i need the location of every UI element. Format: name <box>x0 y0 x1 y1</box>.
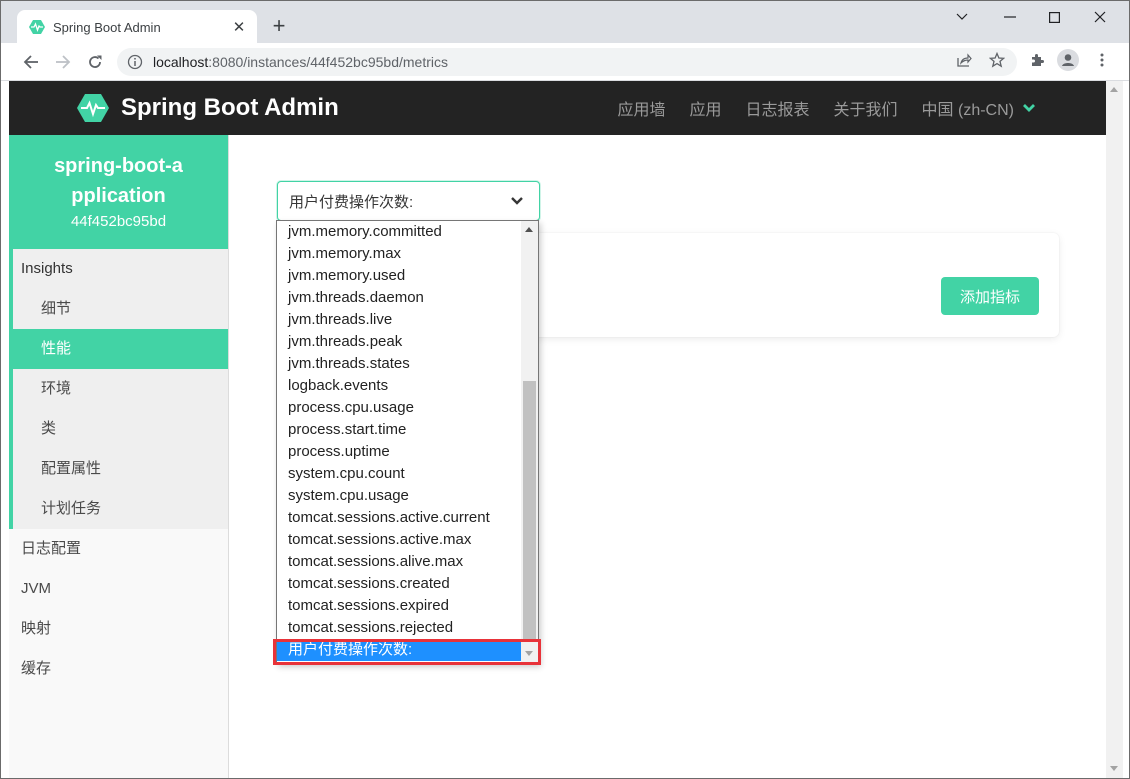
metric-option[interactable]: logback.events <box>277 375 522 397</box>
metric-option[interactable]: jvm.memory.max <box>277 243 522 265</box>
sidebar-item-mappings[interactable]: 映射 <box>9 609 228 649</box>
application-name: spring-boot-application <box>54 155 183 207</box>
metric-option[interactable]: tomcat.sessions.active.max <box>277 529 522 551</box>
instance-header: spring-boot-application 44f452bc95bd <box>9 135 228 249</box>
metric-option[interactable]: tomcat.sessions.alive.max <box>277 551 522 573</box>
nav-links: 应用墙 应用 日志报表 关于我们 中国 (zh-CN) <box>593 81 1036 135</box>
nav-link-about[interactable]: 关于我们 <box>834 96 898 120</box>
metric-option[interactable]: jvm.threads.live <box>277 309 522 331</box>
scroll-up-arrow-icon[interactable] <box>1110 87 1118 92</box>
sidebar-item-details[interactable]: 细节 <box>13 289 228 329</box>
metric-option[interactable]: tomcat.sessions.rejected <box>277 617 522 639</box>
reload-icon[interactable] <box>82 49 108 75</box>
metric-option[interactable]: tomcat.sessions.expired <box>277 595 522 617</box>
browser-tab[interactable]: Spring Boot Admin ✕ <box>17 10 257 44</box>
page-viewport: Spring Boot Admin 应用墙 应用 日志报表 关于我们 中国 (z… <box>1 81 1129 778</box>
brand-link[interactable]: Spring Boot Admin <box>77 93 339 123</box>
options-container: jvm.memory.committed jvm.memory.max jvm.me… <box>277 221 522 661</box>
tab-search-icon[interactable] <box>947 5 977 29</box>
minimize-icon[interactable] <box>995 5 1025 29</box>
share-icon[interactable] <box>953 49 975 71</box>
metric-select-value: 用户付费操作次数: <box>289 193 414 211</box>
language-selector[interactable]: 中国 (zh-CN) <box>922 96 1014 120</box>
metric-option[interactable]: jvm.memory.committed <box>277 221 522 243</box>
insights-group-title[interactable]: Insights <box>13 249 228 289</box>
spring-boot-admin-logo-icon <box>77 94 109 122</box>
maximize-icon[interactable] <box>1039 5 1069 29</box>
menu-icon[interactable] <box>1091 49 1113 71</box>
scroll-down-arrow-icon[interactable] <box>525 651 533 656</box>
sidebar-item-caches[interactable]: 缓存 <box>9 649 228 689</box>
metric-option[interactable]: tomcat.sessions.created <box>277 573 522 595</box>
metric-option[interactable]: 用户付费操作次数: <box>277 639 522 661</box>
insights-group: Insights 细节 性能 环境 类 配置属性 计划任务 <box>9 249 228 529</box>
instance-id: 44f452bc95bd <box>70 213 167 230</box>
add-metric-button[interactable]: 添加指标 <box>941 277 1039 315</box>
profile-icon[interactable] <box>1057 49 1079 71</box>
address-bar[interactable]: localhost:8080/instances/44f452bc95bd/me… <box>117 48 1017 76</box>
metric-option[interactable]: jvm.threads.peak <box>277 331 522 353</box>
sidebar-item-metrics[interactable]: 性能 <box>13 329 228 369</box>
sidebar-item-jvm[interactable]: JVM <box>9 569 228 609</box>
instance-sidebar: spring-boot-application 44f452bc95bd Ins… <box>9 135 229 778</box>
page-scrollbar[interactable] <box>1106 81 1123 778</box>
spring-boot-favicon-icon <box>29 20 45 34</box>
metric-option[interactable]: tomcat.sessions.active.current <box>277 507 522 529</box>
metric-option[interactable]: process.cpu.usage <box>277 397 522 419</box>
scrollbar-thumb[interactable] <box>523 381 536 639</box>
star-icon[interactable] <box>986 49 1008 71</box>
url-text[interactable]: localhost:8080/instances/44f452bc95bd/me… <box>153 54 448 70</box>
options-scrollbar[interactable] <box>521 221 538 663</box>
chevron-down-icon <box>511 197 523 205</box>
nav-link-wallboard[interactable]: 应用墙 <box>617 96 665 120</box>
browser-toolbar: localhost:8080/instances/44f452bc95bd/me… <box>1 43 1129 81</box>
metric-select[interactable]: 用户付费操作次数: <box>277 181 540 221</box>
brand-title: Spring Boot Admin <box>121 94 339 121</box>
tab-title: Spring Boot Admin <box>53 19 161 35</box>
scroll-up-arrow-icon[interactable] <box>525 227 533 232</box>
sidebar-item-configprops[interactable]: 配置属性 <box>13 449 228 489</box>
metric-option[interactable]: jvm.threads.daemon <box>277 287 522 309</box>
nav-link-journal[interactable]: 日志报表 <box>746 96 810 120</box>
back-icon[interactable] <box>18 49 44 75</box>
chevron-down-icon[interactable] <box>1022 101 1036 115</box>
forward-icon[interactable] <box>50 49 76 75</box>
new-tab-button[interactable]: + <box>267 15 291 39</box>
browser-window: Spring Boot Admin ✕ + localhost:8080/ins… <box>0 0 1130 779</box>
scroll-down-arrow-icon[interactable] <box>1110 766 1118 771</box>
info-icon[interactable] <box>127 54 143 70</box>
metric-option[interactable]: system.cpu.count <box>277 463 522 485</box>
sidebar-item-classes[interactable]: 类 <box>13 409 228 449</box>
metric-option[interactable]: process.uptime <box>277 441 522 463</box>
sidebar-item-scheduled-tasks[interactable]: 计划任务 <box>13 489 228 529</box>
metric-option[interactable]: system.cpu.usage <box>277 485 522 507</box>
nav-link-applications[interactable]: 应用 <box>690 96 722 120</box>
metric-option[interactable]: process.start.time <box>277 419 522 441</box>
close-window-icon[interactable] <box>1085 5 1115 29</box>
sidebar-item-environment[interactable]: 环境 <box>13 369 228 409</box>
extensions-icon[interactable] <box>1026 49 1048 71</box>
tab-strip: Spring Boot Admin ✕ + <box>1 1 1129 44</box>
top-navbar: Spring Boot Admin 应用墙 应用 日志报表 关于我们 中国 (z… <box>9 81 1106 135</box>
sidebar-item-loggers[interactable]: 日志配置 <box>9 529 228 569</box>
close-tab-icon[interactable]: ✕ <box>229 17 249 37</box>
metric-option[interactable]: jvm.memory.used <box>277 265 522 287</box>
metric-options-list[interactable]: jvm.memory.committed jvm.memory.max jvm.me… <box>276 220 539 664</box>
metric-option[interactable]: jvm.threads.states <box>277 353 522 375</box>
